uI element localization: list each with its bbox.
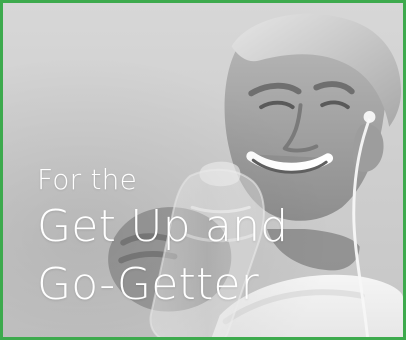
headline-line-1: Get Up and [37, 201, 289, 252]
headline-block: For the Get Up and Go-Getter [37, 165, 288, 311]
promo-card: For the Get Up and Go-Getter [0, 0, 406, 340]
headline-small: For the [37, 163, 138, 196]
headline-line-2: Go-Getter [37, 259, 259, 310]
